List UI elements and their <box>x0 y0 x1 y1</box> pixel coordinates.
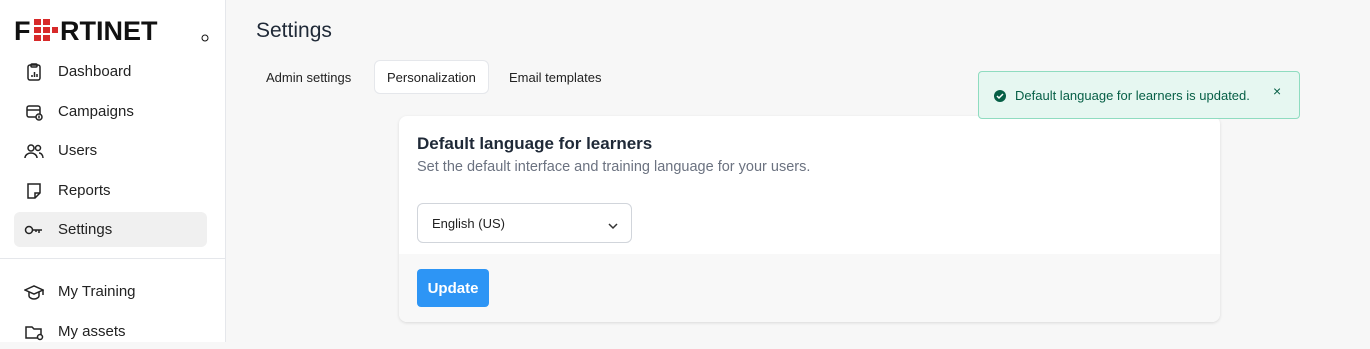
tab-admin-settings[interactable]: Admin settings <box>254 60 363 94</box>
default-language-card: Default language for learners Set the de… <box>399 116 1220 322</box>
success-toast: Default language for learners is updated… <box>978 71 1300 119</box>
sidebar-item-label: Reports <box>58 182 111 199</box>
svg-text:RTINET: RTINET <box>60 16 158 42</box>
sidebar-item-reports[interactable]: Reports <box>14 173 207 208</box>
sidebar-item-label: Users <box>58 142 98 159</box>
card-description: Set the default interface and training l… <box>417 159 811 175</box>
fortinet-logo-mark: F RTINET <box>14 16 209 42</box>
graduation-cap-icon <box>24 282 44 302</box>
sidebar-item-my-training[interactable]: My Training <box>14 274 207 309</box>
toast-message: Default language for learners is updated… <box>1015 88 1250 103</box>
dashboard-icon <box>24 62 44 82</box>
close-icon[interactable]: × <box>1273 83 1281 99</box>
chevron-down-icon <box>607 218 619 233</box>
language-select-value: English (US) <box>432 215 505 231</box>
page-title: Settings <box>256 19 332 42</box>
fortinet-logo[interactable]: F RTINET <box>14 16 214 44</box>
svg-text:F: F <box>14 16 31 42</box>
check-circle-icon <box>993 89 1007 108</box>
folder-icon <box>24 322 44 342</box>
campaigns-icon <box>24 102 44 122</box>
sidebar-item-label: Dashboard <box>58 63 132 80</box>
language-select[interactable]: English (US) <box>417 203 632 243</box>
sidebar-item-settings[interactable]: Settings <box>14 212 207 247</box>
sidebar-item-dashboard[interactable]: Dashboard <box>14 54 207 89</box>
main-content: Settings Admin settings Personalization … <box>226 0 1370 342</box>
sidebar-item-users[interactable]: Users <box>14 133 207 168</box>
users-icon <box>24 141 44 161</box>
tab-personalization[interactable]: Personalization <box>374 60 489 94</box>
sidebar-item-label: My assets <box>58 323 126 340</box>
card-title: Default language for learners <box>417 134 653 153</box>
tab-email-templates[interactable]: Email templates <box>497 60 613 94</box>
sidebar-item-label: My Training <box>58 283 136 300</box>
key-icon <box>24 220 44 240</box>
reports-icon <box>24 181 44 201</box>
sidebar-item-label: Campaigns <box>58 103 134 120</box>
sidebar-item-label: Settings <box>58 221 113 238</box>
sidebar-divider <box>0 258 225 259</box>
sidebar-item-campaigns[interactable]: Campaigns <box>14 94 207 129</box>
sidebar: F RTINET Dashboard Campaigns Users Repor… <box>0 0 226 342</box>
card-footer: Update <box>399 254 1220 322</box>
update-button[interactable]: Update <box>417 269 489 307</box>
sidebar-item-my-assets[interactable]: My assets <box>14 314 207 349</box>
